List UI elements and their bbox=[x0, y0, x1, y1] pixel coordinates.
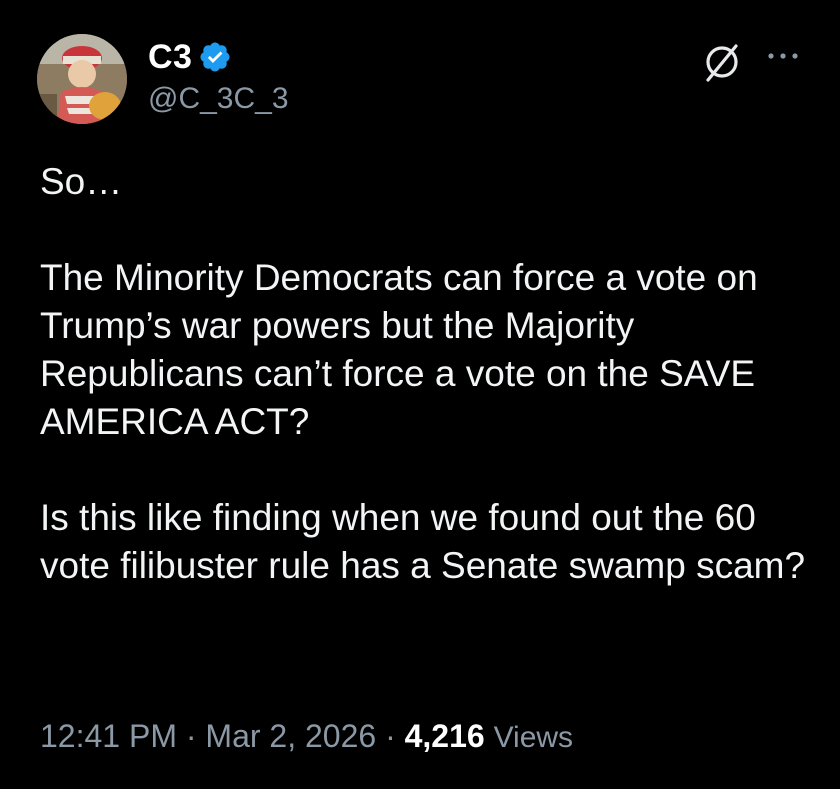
grok-icon[interactable] bbox=[700, 40, 744, 84]
tweet-text: So… The Minority Democrats can force a v… bbox=[40, 158, 830, 590]
tweet-time[interactable]: 12:41 PM bbox=[40, 718, 177, 754]
tweet-metadata: 12:41 PM · Mar 2, 2026 · 4,216 Views bbox=[40, 718, 573, 755]
tweet-paragraph: Is this like finding when we found out t… bbox=[40, 497, 806, 586]
tweet-paragraph: The Minority Democrats can force a vote … bbox=[40, 257, 758, 442]
tweet: C3 @C_3C_3 So… The Minority Democrats ca… bbox=[0, 0, 840, 789]
views-count[interactable]: 4,216 bbox=[405, 718, 485, 754]
views-label: Views bbox=[493, 721, 574, 754]
meta-separator: · bbox=[376, 718, 405, 754]
more-options-icon[interactable] bbox=[763, 46, 803, 66]
author-name-row: C3 bbox=[148, 36, 232, 78]
author-display-name[interactable]: C3 bbox=[148, 38, 192, 77]
tweet-paragraph: So… bbox=[40, 161, 123, 202]
meta-separator: · bbox=[176, 718, 206, 754]
tweet-date[interactable]: Mar 2, 2026 bbox=[205, 718, 376, 754]
avatar[interactable] bbox=[37, 34, 127, 124]
author-handle[interactable]: @C_3C_3 bbox=[148, 82, 289, 116]
avatar-image bbox=[37, 34, 127, 124]
verified-badge-icon bbox=[200, 42, 230, 72]
